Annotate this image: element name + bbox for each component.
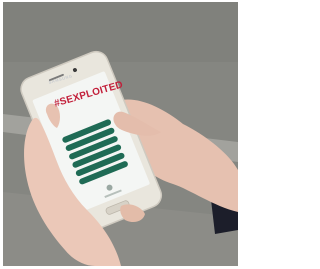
photo-scene (3, 2, 238, 266)
pavement-upper (3, 2, 238, 62)
photo: SAMSUNG #SEXPLOITED (3, 2, 238, 266)
